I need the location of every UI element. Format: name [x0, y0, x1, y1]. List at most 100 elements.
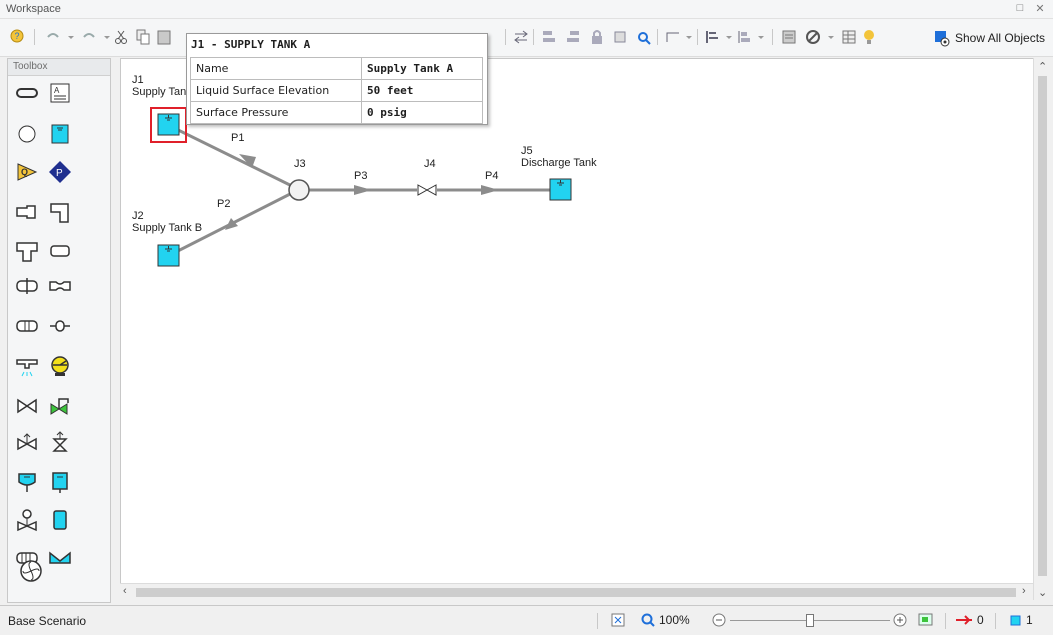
- annotation-tool-icon[interactable]: A: [48, 81, 72, 105]
- j2-id-label: J2: [132, 210, 144, 222]
- restore-button[interactable]: □: [1013, 2, 1027, 14]
- three-way-valve-tool-icon[interactable]: [15, 431, 39, 455]
- volume-balance-tool-icon[interactable]: [15, 471, 39, 495]
- window-title: Workspace: [6, 3, 61, 15]
- toolbar: ? Show All Objects: [0, 19, 1053, 57]
- zoom-icon[interactable]: [640, 612, 656, 628]
- close-button[interactable]: ✕: [1033, 2, 1047, 15]
- tank-tool-icon[interactable]: [48, 508, 72, 532]
- paste-icon[interactable]: [155, 28, 173, 46]
- workspace-canvas[interactable]: J1 Supply Tank A P1 J3 P3 J4 P4 J5 Disch…: [120, 58, 1033, 583]
- branch-tool-icon[interactable]: [15, 122, 39, 146]
- distribute-dropdown-icon[interactable]: [752, 28, 770, 46]
- area-change-tool-icon[interactable]: [15, 200, 39, 224]
- title-bar: Workspace □ ✕: [0, 0, 1053, 19]
- spray-discharge-tool-icon[interactable]: [15, 354, 39, 378]
- pipe-tool-icon[interactable]: [15, 81, 39, 105]
- zoom-slider-thumb[interactable]: [806, 614, 814, 627]
- lock-icon[interactable]: [588, 28, 606, 46]
- copy-icon[interactable]: [134, 28, 152, 46]
- junction-count: 1: [1026, 613, 1033, 627]
- svg-text:Q: Q: [21, 167, 28, 177]
- toolbar-separator: [505, 29, 506, 45]
- pipe-network: [150, 107, 572, 267]
- zoom-out-icon[interactable]: [712, 613, 726, 627]
- open-channel-tool-icon[interactable]: [48, 546, 72, 570]
- relief-valve-tool-icon[interactable]: [48, 314, 72, 338]
- valve-j4-icon[interactable]: [417, 184, 437, 196]
- scroll-left-icon[interactable]: ‹: [123, 585, 127, 597]
- zoom-level[interactable]: 100%: [659, 613, 690, 627]
- valve-tool-icon[interactable]: [15, 394, 39, 418]
- heat-exchanger-tool-icon[interactable]: [48, 274, 72, 298]
- horizontal-scroll-thumb[interactable]: [136, 588, 1016, 597]
- assigned-pressure-tool-icon[interactable]: P: [48, 160, 72, 184]
- vertical-scroll-thumb[interactable]: [1038, 76, 1047, 576]
- j2-name-label: Supply Tank B: [132, 222, 203, 234]
- tooltip-title: J1 - SUPPLY TANK A: [191, 38, 311, 51]
- tee-tool-icon[interactable]: [15, 239, 39, 263]
- j5-name-label: Discharge Tank: [521, 157, 597, 169]
- tooltip-value: 50 feet: [361, 79, 483, 102]
- no-symbol-icon[interactable]: [804, 28, 822, 46]
- orifice-tool-icon[interactable]: [15, 274, 39, 298]
- undo-dropdown-icon[interactable]: [62, 28, 80, 46]
- general-component-tool-icon[interactable]: [15, 508, 39, 532]
- redo-icon[interactable]: [80, 28, 98, 46]
- toolbox-title: Toolbox: [8, 59, 110, 76]
- screen-tool-icon[interactable]: [48, 239, 72, 263]
- scenario-name: Base Scenario: [8, 614, 87, 628]
- help-bulb-icon[interactable]: ?: [8, 28, 26, 46]
- tooltip-label: Name: [190, 57, 362, 80]
- overview-map-icon[interactable]: [917, 611, 935, 629]
- fan-tool-icon[interactable]: [19, 559, 43, 583]
- assigned-flow-tool-icon[interactable]: Q: [15, 160, 39, 184]
- tooltip-value: 0 psig: [361, 101, 483, 124]
- zoom-in-icon[interactable]: [893, 613, 907, 627]
- show-all-objects-button[interactable]: Show All Objects: [933, 29, 1045, 47]
- j4-id-label: J4: [424, 158, 436, 170]
- find-icon[interactable]: [636, 28, 654, 46]
- status-separator: [945, 613, 946, 629]
- j3-id-label: J3: [294, 158, 306, 170]
- control-valve-tool-icon[interactable]: [48, 394, 72, 418]
- scroll-right-icon[interactable]: ›: [1022, 585, 1026, 597]
- no-symbol-dropdown-icon[interactable]: [822, 28, 840, 46]
- toolbar-separator: [34, 29, 35, 45]
- branch-j3-icon[interactable]: [288, 179, 310, 201]
- p1-label: P1: [231, 132, 245, 144]
- pump-tool-icon[interactable]: [48, 354, 72, 378]
- table-icon[interactable]: [840, 28, 858, 46]
- scroll-down-icon[interactable]: ⌄: [1038, 586, 1047, 599]
- tooltip-table: Name Supply Tank A Liquid Surface Elevat…: [190, 57, 483, 124]
- bend-tool-icon[interactable]: [48, 200, 72, 224]
- tooltip-value: Supply Tank A: [361, 57, 483, 80]
- zoom-fit-icon[interactable]: [610, 612, 626, 628]
- align-left-icon[interactable]: [540, 28, 558, 46]
- p3-label: P3: [354, 170, 368, 182]
- annotation-icon[interactable]: [780, 28, 798, 46]
- p4-label: P4: [485, 170, 499, 182]
- reservoir-tool-icon[interactable]: [48, 122, 72, 146]
- swap-direction-icon[interactable]: [512, 28, 530, 46]
- bend-dropdown-icon[interactable]: [680, 28, 698, 46]
- svg-text:A: A: [54, 86, 60, 95]
- undo-icon[interactable]: [44, 28, 62, 46]
- cut-icon[interactable]: [112, 28, 130, 46]
- toolbar-separator: [697, 29, 698, 45]
- status-separator: [995, 613, 996, 629]
- lightbulb-icon[interactable]: [860, 28, 878, 46]
- svg-text:P: P: [56, 168, 63, 179]
- dead-end-tool-icon[interactable]: [48, 471, 72, 495]
- scroll-up-icon[interactable]: ⌃: [1038, 60, 1047, 73]
- tooltip-row: Surface Pressure 0 psig: [190, 101, 483, 124]
- align-right-icon[interactable]: [564, 28, 582, 46]
- vertical-scrollbar[interactable]: ⌃ ⌄: [1033, 58, 1050, 600]
- pipe-count-icon: [956, 615, 972, 625]
- check-valve-tool-icon[interactable]: [15, 314, 39, 338]
- junction-count-icon: [1010, 615, 1021, 626]
- tooltip-row: Liquid Surface Elevation 50 feet: [190, 79, 483, 102]
- relief-valve-alt-tool-icon[interactable]: [48, 431, 72, 455]
- group-icon[interactable]: [612, 28, 630, 46]
- horizontal-scrollbar[interactable]: ‹ ›: [120, 583, 1033, 600]
